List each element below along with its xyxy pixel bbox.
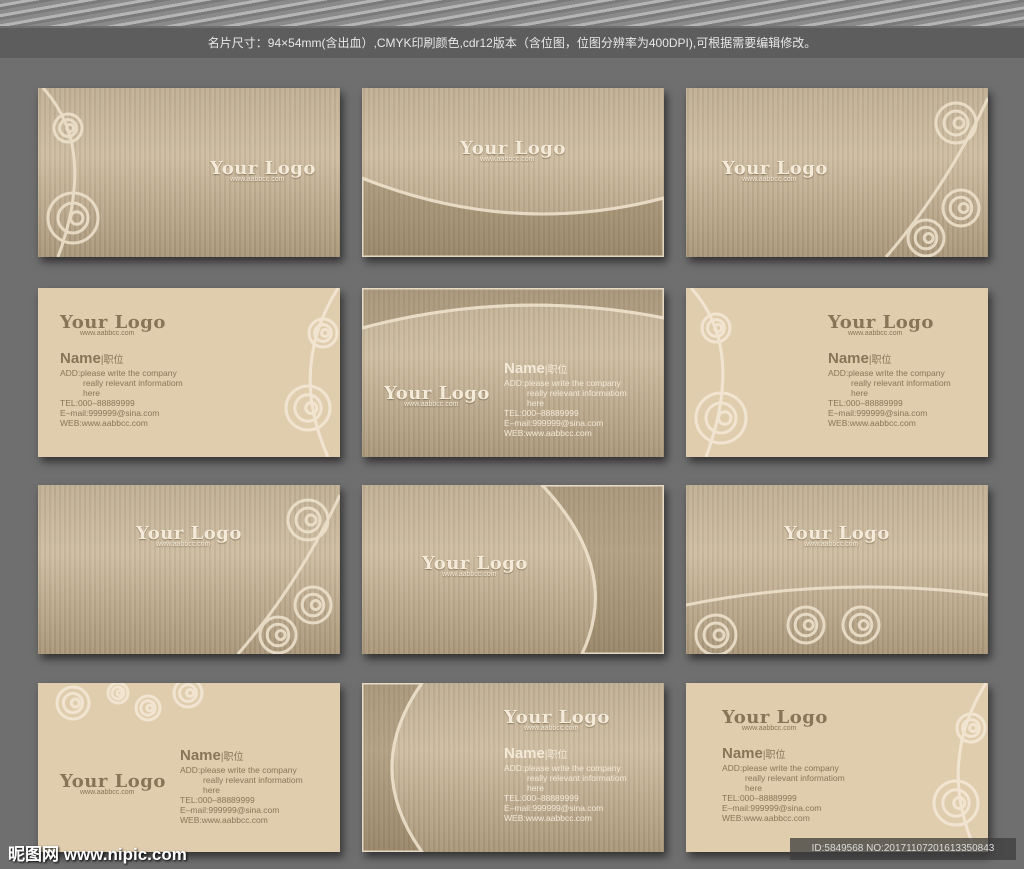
contact-info: Name|职位 ADD:please write the company rea… bbox=[504, 745, 627, 823]
name-text: Name bbox=[828, 350, 869, 367]
logo-placeholder: Your Logo www.aabbcc.com bbox=[722, 707, 828, 732]
decorative-top-border bbox=[0, 0, 1024, 26]
logo-placeholder: Your Logo www.aabbcc.com bbox=[60, 312, 166, 337]
address-line: here bbox=[527, 783, 545, 793]
logo-placeholder: Your Logo www.aabbcc.com bbox=[60, 771, 166, 796]
job-title-text: 职位 bbox=[547, 365, 568, 376]
ornament-swirl-decoration bbox=[362, 176, 664, 257]
ornament-swirl-decoration bbox=[236, 494, 340, 654]
contact-info: Name|职位 ADD:please write the company rea… bbox=[828, 350, 951, 428]
logo-placeholder: Your Logo www.aabbcc.com bbox=[422, 553, 528, 578]
logo-placeholder: Your Logo www.aabbcc.com bbox=[136, 523, 242, 548]
website-text: WEB:www.aabbcc.com bbox=[722, 813, 810, 823]
business-card-template: Your Logo www.aabbcc.com bbox=[686, 88, 988, 257]
logo-placeholder: Your Logo www.aabbcc.com bbox=[210, 158, 316, 183]
address-line: ADD:please write the company bbox=[504, 378, 621, 388]
contact-info: Name|职位 ADD:please write the company rea… bbox=[60, 350, 183, 428]
email-text: E–mail:999999@sina.com bbox=[828, 408, 928, 418]
job-title: |职位 bbox=[220, 752, 244, 763]
site-watermark: 昵图网 www.nipic.com bbox=[8, 845, 187, 864]
address-line: ADD:please write the company bbox=[828, 368, 945, 378]
logo-placeholder: Your Logo www.aabbcc.com bbox=[504, 707, 610, 732]
spec-caption: 名片尺寸：94×54mm(含出血）,CMYK印刷颜色,cdr12版本（含位图，位… bbox=[0, 28, 1024, 58]
email-text: E–mail:999999@sina.com bbox=[504, 803, 604, 813]
logo-placeholder: Your Logo www.aabbcc.com bbox=[722, 158, 828, 183]
logo-placeholder: Your Logo www.aabbcc.com bbox=[384, 383, 490, 408]
job-title-text: 职位 bbox=[765, 750, 786, 761]
phone-text: TEL:000–88889999 bbox=[828, 398, 903, 408]
job-title-text: 职位 bbox=[871, 355, 892, 366]
contact-info: Name|职位 ADD:please write the company rea… bbox=[504, 360, 627, 438]
address-line: really relevant informatiom bbox=[745, 773, 845, 783]
website-text: WEB:www.aabbcc.com bbox=[504, 813, 592, 823]
address-line: really relevant informatiom bbox=[527, 388, 627, 398]
name-text: Name bbox=[504, 745, 545, 762]
address-line: really relevant informatiom bbox=[83, 378, 183, 388]
job-title: |职位 bbox=[544, 365, 568, 376]
name-text: Name bbox=[60, 350, 101, 367]
job-title: |职位 bbox=[868, 355, 892, 366]
address-line: here bbox=[527, 398, 545, 408]
business-card-template: Your Logo www.aabbcc.com bbox=[686, 485, 988, 654]
address-line: really relevant informatiom bbox=[851, 378, 951, 388]
address-line: here bbox=[745, 783, 763, 793]
job-title: |职位 bbox=[544, 750, 568, 761]
logo-placeholder: Your Logo www.aabbcc.com bbox=[784, 523, 890, 548]
business-card-template: Your Logo www.aabbcc.com bbox=[38, 485, 340, 654]
business-card-template: Your Logo www.aabbcc.com bbox=[362, 485, 664, 654]
email-text: E–mail:999999@sina.com bbox=[722, 803, 822, 813]
image-id-label: ID:5849568 NO:20171107201613350843 bbox=[790, 838, 1016, 860]
website-text: WEB:www.aabbcc.com bbox=[504, 428, 592, 438]
website-text: WEB:www.aabbcc.com bbox=[180, 815, 268, 825]
contact-info: Name|职位 ADD:please write the company rea… bbox=[722, 745, 845, 823]
address-line: here bbox=[83, 388, 101, 398]
email-text: E–mail:999999@sina.com bbox=[504, 418, 604, 428]
address-line: ADD:please write the company bbox=[60, 368, 177, 378]
phone-text: TEL:000–88889999 bbox=[180, 795, 255, 805]
business-card-template: Your Logo www.aabbcc.com Name|职位 ADD:plea… bbox=[38, 683, 340, 852]
phone-text: TEL:000–88889999 bbox=[504, 408, 579, 418]
ornament-swirl-decoration bbox=[686, 585, 988, 654]
business-card-template: Your Logo www.aabbcc.com Name|职位 ADD:plea… bbox=[362, 288, 664, 457]
address-line: really relevant informatiom bbox=[527, 773, 627, 783]
address-line: ADD:please write the company bbox=[504, 763, 621, 773]
phone-text: TEL:000–88889999 bbox=[504, 793, 579, 803]
address-line: here bbox=[203, 785, 221, 795]
business-card-template: Your Logo www.aabbcc.com Name|职位 ADD:plea… bbox=[38, 288, 340, 457]
job-title-text: 职位 bbox=[547, 750, 568, 761]
name-text: Name bbox=[504, 360, 545, 377]
business-card-template: Your Logo www.aabbcc.com Name|职位 ADD:plea… bbox=[362, 683, 664, 852]
logo-placeholder: Your Logo www.aabbcc.com bbox=[828, 312, 934, 337]
job-title: |职位 bbox=[762, 750, 786, 761]
business-card-template: Your Logo www.aabbcc.com bbox=[38, 88, 340, 257]
job-title: |职位 bbox=[100, 355, 124, 366]
website-text: WEB:www.aabbcc.com bbox=[60, 418, 148, 428]
business-card-template: Your Logo www.aabbcc.com Name|职位 ADD:plea… bbox=[686, 288, 988, 457]
website-text: WEB:www.aabbcc.com bbox=[828, 418, 916, 428]
job-title-text: 职位 bbox=[103, 355, 124, 366]
email-text: E–mail:999999@sina.com bbox=[60, 408, 160, 418]
email-text: E–mail:999999@sina.com bbox=[180, 805, 280, 815]
logo-placeholder: Your Logo www.aabbcc.com bbox=[460, 138, 566, 163]
business-card-template: Your Logo www.aabbcc.com Name|职位 ADD:plea… bbox=[686, 683, 988, 852]
address-line: ADD:please write the company bbox=[722, 763, 839, 773]
phone-text: TEL:000–88889999 bbox=[722, 793, 797, 803]
phone-text: TEL:000–88889999 bbox=[60, 398, 135, 408]
name-text: Name bbox=[180, 747, 221, 764]
address-line: ADD:please write the company bbox=[180, 765, 297, 775]
address-line: here bbox=[851, 388, 869, 398]
name-text: Name bbox=[722, 745, 763, 762]
address-line: really relevant informatiom bbox=[203, 775, 303, 785]
business-card-template: Your Logo www.aabbcc.com bbox=[362, 88, 664, 257]
job-title-text: 职位 bbox=[223, 752, 244, 763]
contact-info: Name|职位 ADD:please write the company rea… bbox=[180, 747, 303, 825]
